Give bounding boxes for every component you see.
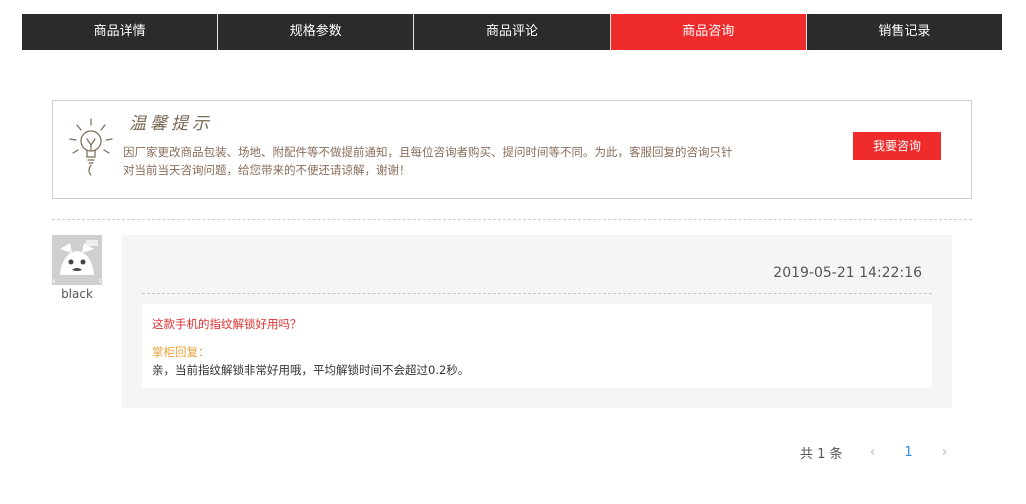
- next-page-icon[interactable]: ›: [935, 444, 955, 460]
- product-tabs: 商品详情 规格参数 商品评论 商品咨询 销售记录: [22, 14, 1002, 50]
- lightbulb-icon: [69, 118, 113, 176]
- tab-reviews[interactable]: 商品评论: [414, 14, 611, 50]
- ask-question-button[interactable]: 我要咨询: [853, 132, 941, 160]
- page-number-1[interactable]: 1: [891, 445, 927, 460]
- tab-specifications[interactable]: 规格参数: [218, 14, 415, 50]
- consultation-card: 2019-05-21 14:22:16 这款手机的指纹解锁好用吗？ 掌柜回复： …: [122, 235, 952, 408]
- avatar-icon: [52, 235, 102, 285]
- tab-product-details[interactable]: 商品详情: [22, 14, 219, 50]
- reply-text: 亲，当前指纹解锁非常好用哦，平均解锁时间不会超过0.2秒。: [152, 363, 470, 377]
- consultation-page: 商品详情 规格参数 商品评论 商品咨询 销售记录 温馨提示 因厂家更改商品包装、…: [0, 0, 1026, 504]
- notice-title: 温馨提示: [129, 114, 213, 134]
- username: black: [61, 287, 93, 301]
- pagination: 共 1 条 ‹ 1 ›: [800, 440, 980, 464]
- notice-box: 温馨提示 因厂家更改商品包装、场地、附配件等不做提前通知，且每位咨询者购买、提问…: [52, 100, 972, 199]
- card-divider: [142, 293, 932, 294]
- prev-page-icon[interactable]: ‹: [863, 444, 883, 460]
- section-divider: [52, 219, 972, 220]
- tab-consultation[interactable]: 商品咨询: [610, 14, 807, 50]
- consultation-time: 2019-05-21 14:22:16: [773, 265, 922, 281]
- tab-sales-records[interactable]: 销售记录: [807, 14, 1002, 50]
- avatar: [52, 235, 102, 285]
- notice-text: 因厂家更改商品包装、场地、附配件等不做提前通知，且每位咨询者购买、提问时间等不同…: [123, 145, 733, 177]
- question-text: 这款手机的指纹解锁好用吗？: [152, 317, 302, 331]
- qa-box: 这款手机的指纹解锁好用吗？ 掌柜回复： 亲，当前指纹解锁非常好用哦，平均解锁时间…: [142, 304, 932, 388]
- total-count: 共 1 条: [800, 446, 843, 462]
- reply-label: 掌柜回复：: [152, 345, 210, 359]
